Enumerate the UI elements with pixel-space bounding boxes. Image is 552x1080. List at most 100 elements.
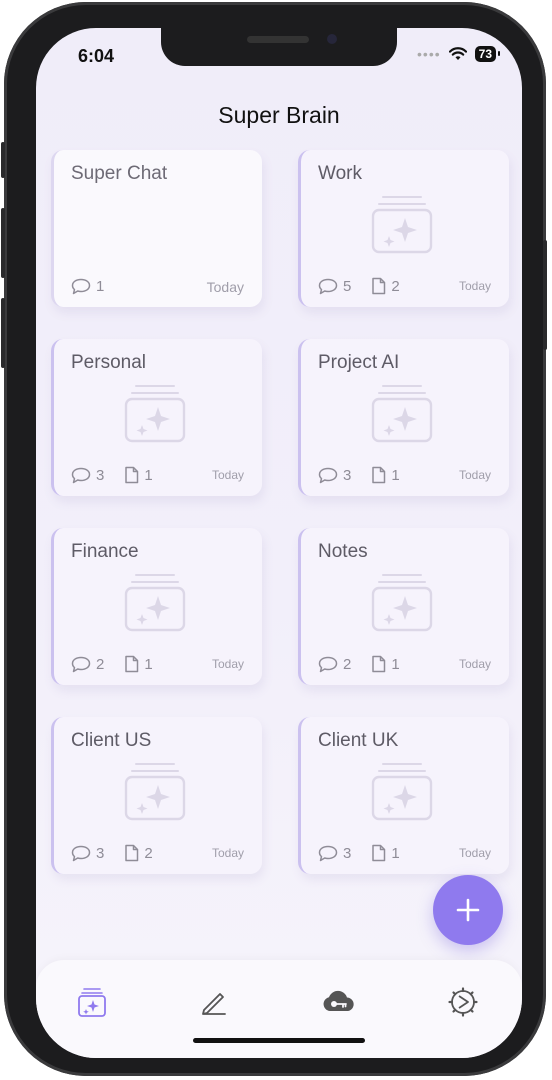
card-footer: 3 1 Today bbox=[318, 466, 491, 484]
wifi-icon bbox=[448, 47, 467, 60]
card-date: Today bbox=[211, 657, 244, 671]
card-title: Finance bbox=[71, 541, 139, 562]
chat-bubble-icon bbox=[71, 656, 91, 672]
tab-brains[interactable] bbox=[72, 982, 112, 1022]
file-count: 2 bbox=[124, 844, 153, 862]
brain-stack-icon bbox=[369, 759, 435, 830]
document-icon bbox=[372, 466, 386, 484]
tab-settings[interactable] bbox=[443, 982, 483, 1022]
brain-stack-icon bbox=[369, 192, 435, 263]
chat-count-value: 2 bbox=[343, 655, 352, 673]
chat-bubble-icon bbox=[71, 467, 91, 483]
mute-switch bbox=[1, 142, 5, 178]
brain-card[interactable]: Super Chat 1 Today bbox=[51, 150, 262, 307]
file-count: 1 bbox=[371, 844, 400, 862]
card-date: Today bbox=[458, 846, 491, 860]
document-icon bbox=[372, 277, 386, 295]
file-count-value: 1 bbox=[391, 466, 400, 484]
chat-count: 3 bbox=[318, 845, 351, 862]
card-footer: 2 1 Today bbox=[318, 655, 491, 673]
brain-card[interactable]: Finance 2 1 Today bbox=[51, 528, 262, 685]
brain-stack-icon bbox=[369, 381, 435, 452]
status-time: 6:04 bbox=[78, 46, 115, 66]
brain-card[interactable]: Personal 3 1 Today bbox=[51, 339, 262, 496]
chat-count-value: 1 bbox=[96, 278, 105, 295]
power-button bbox=[543, 240, 547, 350]
chat-count: 3 bbox=[318, 467, 351, 484]
file-count-value: 1 bbox=[391, 655, 400, 673]
tab-cloud-keys[interactable] bbox=[319, 982, 359, 1022]
home-indicator bbox=[193, 1038, 365, 1043]
card-footer: 3 2 Today bbox=[71, 844, 244, 862]
chat-count-value: 3 bbox=[343, 844, 352, 862]
chat-count: 3 bbox=[71, 467, 104, 484]
chat-count-value: 3 bbox=[96, 466, 105, 484]
brain-card[interactable]: Work 5 2 Today bbox=[298, 150, 509, 307]
chat-bubble-icon bbox=[318, 467, 338, 483]
brain-stack-icon bbox=[122, 570, 188, 641]
card-date: Today bbox=[211, 468, 244, 482]
file-count: 2 bbox=[371, 277, 400, 295]
chat-bubble-icon bbox=[318, 656, 338, 672]
file-count: 1 bbox=[371, 655, 400, 673]
card-title: Client UK bbox=[318, 730, 399, 751]
settings-icon bbox=[448, 987, 478, 1017]
document-icon bbox=[125, 844, 139, 862]
card-title: Personal bbox=[71, 352, 146, 373]
file-count-value: 1 bbox=[144, 655, 153, 673]
brain-stack-icon bbox=[369, 570, 435, 641]
cloud-key-icon bbox=[323, 990, 354, 1011]
chat-count: 1 bbox=[71, 278, 104, 295]
brain-stack-icon bbox=[78, 988, 106, 1017]
brain-stack-icon bbox=[122, 381, 188, 452]
signal-dots-icon: •••• bbox=[417, 46, 441, 62]
screen: 6:04 •••• 73 Super Brain Super Chat 1 Toda… bbox=[36, 28, 522, 1058]
card-title: Work bbox=[318, 163, 362, 184]
battery-indicator: 73 bbox=[474, 46, 501, 62]
add-brain-button[interactable] bbox=[433, 875, 503, 945]
front-camera bbox=[327, 34, 337, 44]
chat-bubble-icon bbox=[318, 845, 338, 861]
speaker bbox=[247, 36, 309, 43]
file-count-value: 2 bbox=[391, 277, 400, 295]
card-date: Today bbox=[458, 279, 491, 293]
chat-count-value: 3 bbox=[96, 844, 105, 862]
chat-count-value: 5 bbox=[343, 277, 352, 295]
chat-count: 5 bbox=[318, 278, 351, 295]
tab-compose[interactable] bbox=[194, 982, 234, 1022]
phone-frame: 6:04 •••• 73 Super Brain Super Chat 1 Toda… bbox=[1, 2, 547, 1076]
brain-card[interactable]: Client US 3 2 Today bbox=[51, 717, 262, 874]
card-title: Notes bbox=[318, 541, 368, 562]
brain-card[interactable]: Notes 2 1 Today bbox=[298, 528, 509, 685]
card-date: Today bbox=[206, 278, 244, 295]
card-date: Today bbox=[458, 468, 491, 482]
card-title: Project AI bbox=[318, 352, 400, 373]
brain-card[interactable]: Project AI 3 1 Today bbox=[298, 339, 509, 496]
chat-count-value: 2 bbox=[96, 655, 105, 673]
document-icon bbox=[372, 844, 386, 862]
chat-bubble-icon bbox=[71, 278, 91, 295]
volume-up-button bbox=[1, 208, 5, 278]
tab-bar bbox=[36, 960, 522, 1058]
file-count: 1 bbox=[124, 655, 153, 673]
card-footer: 3 1 Today bbox=[71, 466, 244, 484]
document-icon bbox=[125, 466, 139, 484]
brain-card[interactable]: Client UK 3 1 Today bbox=[298, 717, 509, 874]
card-footer: 5 2 Today bbox=[318, 277, 491, 295]
chat-count: 2 bbox=[71, 656, 104, 673]
card-date: Today bbox=[211, 846, 244, 860]
notch bbox=[161, 28, 397, 66]
document-icon bbox=[125, 655, 139, 673]
card-title: Super Chat bbox=[71, 163, 168, 184]
file-count: 1 bbox=[371, 466, 400, 484]
card-footer: 1 Today bbox=[71, 278, 244, 295]
status-icons: •••• 73 bbox=[417, 46, 501, 62]
card-title: Client US bbox=[71, 730, 152, 751]
file-count-value: 1 bbox=[391, 844, 400, 862]
card-footer: 2 1 Today bbox=[71, 655, 244, 673]
chat-count-value: 3 bbox=[343, 466, 352, 484]
file-count-value: 2 bbox=[144, 844, 153, 862]
plus-icon bbox=[456, 898, 480, 922]
file-count: 1 bbox=[124, 466, 153, 484]
page-title: Super Brain bbox=[218, 102, 340, 128]
